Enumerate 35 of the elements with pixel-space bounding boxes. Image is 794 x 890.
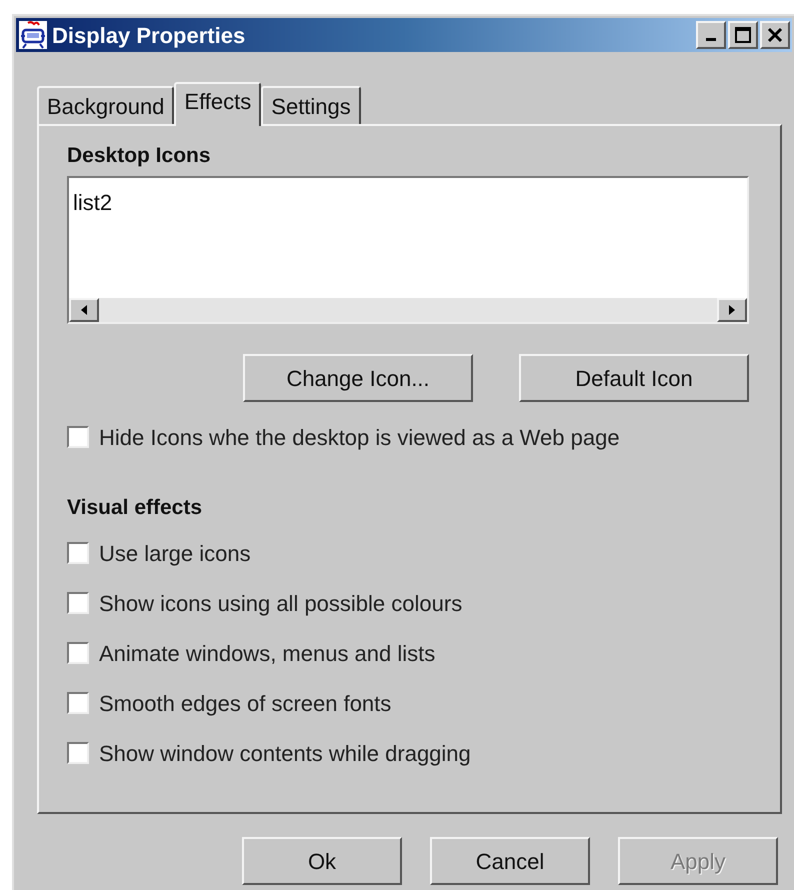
right-arrow-icon: [729, 305, 735, 315]
checkbox[interactable]: [67, 692, 89, 714]
checkbox-label: Show icons using all possible colours: [99, 590, 462, 618]
horizontal-scrollbar[interactable]: [69, 298, 747, 322]
checkbox[interactable]: [67, 542, 89, 564]
checkbox[interactable]: [67, 426, 89, 448]
checkbox[interactable]: [67, 592, 89, 614]
maximize-icon: [735, 27, 751, 43]
tab[interactable]: Settings: [261, 86, 361, 124]
minimize-icon: [706, 38, 716, 40]
checkbox-label: Show window contents while dragging: [99, 740, 471, 768]
close-icon: [767, 27, 783, 43]
checkbox-label: Smooth edges of screen fonts: [99, 690, 392, 718]
tab[interactable]: Background: [37, 86, 174, 124]
checkbox[interactable]: [67, 742, 89, 764]
checkbox-label: Animate windows, menus and lists: [99, 640, 436, 668]
scroll-left-button[interactable]: [69, 298, 99, 322]
minimize-button[interactable]: [696, 21, 726, 49]
checkbox[interactable]: [67, 642, 89, 664]
section-title: Desktop Icons: [67, 143, 212, 166]
push-button[interactable]: Cancel: [430, 837, 590, 885]
left-arrow-icon: [81, 305, 87, 315]
close-button[interactable]: [760, 21, 790, 49]
checkbox-label: Use large icons: [99, 540, 251, 568]
tab[interactable]: Effects: [174, 82, 262, 126]
list-item[interactable]: list2: [73, 186, 743, 219]
checkbox-label: Hide Icons whe the desktop is viewed as a Web page: [99, 424, 620, 452]
push-button[interactable]: Change Icon...: [243, 354, 473, 402]
maximize-button[interactable]: [728, 21, 758, 49]
app-icon: [18, 20, 48, 50]
push-button[interactable]: Default Icon: [519, 354, 749, 402]
push-button[interactable]: Ok: [242, 837, 402, 885]
section-title: Visual effects: [67, 495, 204, 518]
window-title: Display Properties: [52, 22, 246, 50]
scroll-right-button[interactable]: [717, 298, 747, 322]
